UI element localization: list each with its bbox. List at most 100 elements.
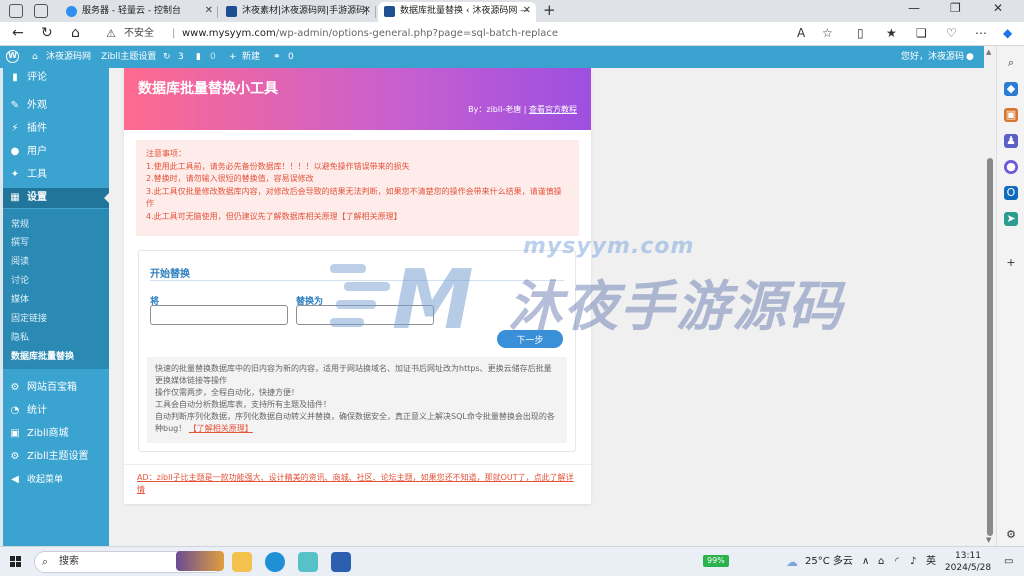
add-icon[interactable]: +	[1004, 256, 1018, 270]
menu-statistics[interactable]: ◔ 统计	[3, 401, 109, 421]
games-icon[interactable]: ♟	[1004, 134, 1018, 148]
updates-icon[interactable]: ↻	[163, 46, 171, 68]
back-icon[interactable]: ←	[12, 25, 24, 41]
menu-label: 插件	[27, 123, 47, 134]
settings-icon[interactable]: ⚙	[1004, 528, 1018, 542]
links-count[interactable]: 0	[288, 46, 294, 68]
scrollbar-thumb[interactable]	[987, 158, 993, 536]
watermark-text: 沐夜手游源码	[508, 275, 844, 338]
plus-icon[interactable]: +	[229, 46, 237, 68]
menu-plugins[interactable]: ⚡ 插件	[3, 119, 109, 139]
favorite-star-icon[interactable]: ☆	[822, 26, 833, 40]
refresh-icon[interactable]: ↻	[41, 25, 53, 41]
minimize-icon[interactable]: —	[908, 1, 920, 15]
maximize-icon[interactable]: ❐	[950, 1, 961, 15]
scroll-down-icon[interactable]: ▼	[986, 536, 991, 544]
volume-icon[interactable]: ♪	[910, 547, 916, 576]
ftp-client-icon[interactable]	[331, 552, 351, 572]
split-screen-icon[interactable]: ▯	[857, 26, 864, 40]
comment-icon[interactable]: ▮	[196, 46, 201, 68]
read-aloud-icon[interactable]: A	[797, 26, 805, 40]
profile-icon[interactable]	[9, 4, 23, 18]
submenu-general[interactable]: 常规	[11, 218, 29, 232]
clock[interactable]: 13:11 2024/5/28	[940, 550, 996, 574]
comments-count[interactable]: 0	[210, 46, 216, 68]
network-icon[interactable]: ⌂	[878, 547, 884, 576]
help-principle-link[interactable]: 【了解相关原理】	[189, 424, 253, 433]
menu-users[interactable]: ● 用户	[3, 142, 109, 162]
input-method[interactable]: 英	[926, 547, 936, 576]
warning-icon[interactable]: ⚠	[106, 23, 116, 45]
wifi-icon[interactable]: ◜	[895, 547, 899, 576]
home-icon[interactable]: ⌂	[32, 46, 38, 68]
tutorial-link[interactable]: 查看官方教程	[529, 105, 577, 114]
ad-link[interactable]: AD：zibll子比主题是一款功能强大、设计精美的资讯、商城、社区、论坛主题，如…	[137, 472, 579, 496]
user-avatar-icon[interactable]: ●	[966, 46, 974, 68]
windows-start-icon[interactable]	[10, 556, 22, 568]
security-status[interactable]: 不安全	[124, 23, 154, 45]
briefcase-icon[interactable]: ▣	[1004, 108, 1018, 122]
close-tab-icon[interactable]: ✕	[523, 2, 531, 20]
search-icon[interactable]: ⌕	[1004, 56, 1018, 70]
menu-tools[interactable]: ✦ 工具	[3, 165, 109, 185]
tab-sql-replace[interactable]: 数据库批量替换 ‹ 沐夜源码网 — ✕	[378, 2, 536, 22]
new-content-link[interactable]: 新建	[242, 46, 260, 68]
site-name-link[interactable]: 沐夜源码网	[46, 46, 91, 68]
user-greeting[interactable]: 您好，沐夜源码	[901, 46, 964, 68]
url-text[interactable]: www.mysyym.com/wp-admin/options-general.…	[182, 23, 558, 45]
submenu-reading[interactable]: 阅读	[11, 255, 29, 269]
url-field[interactable]: ⚠ 不安全 | www.mysyym.com/wp-admin/options-…	[98, 23, 848, 45]
submenu-media[interactable]: 媒体	[11, 293, 29, 307]
submenu-discussion[interactable]: 讨论	[11, 274, 29, 288]
notice-principle-link[interactable]: 【了解相关原理】	[338, 212, 402, 221]
chevron-up-icon[interactable]: ∧	[862, 547, 869, 576]
edge-browser-icon[interactable]	[265, 552, 285, 572]
weather-icon[interactable]: ☁	[786, 547, 798, 576]
close-tab-icon[interactable]: ✕	[363, 2, 371, 20]
tab-actions-icon[interactable]	[34, 4, 48, 18]
tool-title: 数据库批量替换小工具	[138, 81, 278, 97]
menu-label: 工具	[27, 169, 47, 180]
menu-zibll-shop[interactable]: ▣ Zibll商城	[3, 424, 109, 444]
heart-icon[interactable]: ♡	[946, 26, 957, 40]
more-options-icon[interactable]: ⋯	[975, 26, 987, 40]
home-icon[interactable]: ⌂	[71, 25, 80, 41]
tab-muye-material[interactable]: 沐夜素材|沐夜源码网|手游源码| ✕	[220, 2, 376, 22]
tab-server-console[interactable]: 服务器 - 轻量云 - 控制台 ✕	[60, 2, 218, 22]
weather-text[interactable]: 25°C 多云	[805, 547, 853, 576]
battery-indicator[interactable]: 99%	[703, 555, 729, 567]
submenu-privacy[interactable]: 隐私	[11, 331, 29, 345]
outlook-icon[interactable]: O	[1004, 186, 1018, 200]
notification-icon[interactable]: ▭	[1004, 547, 1013, 576]
scroll-up-icon[interactable]: ▲	[986, 48, 991, 56]
submenu-permalinks[interactable]: 固定链接	[11, 312, 47, 326]
copilot-app-icon[interactable]: ●	[1004, 160, 1018, 174]
menu-zibll-theme-settings[interactable]: ⚙ Zibll主题设置	[3, 447, 109, 467]
new-tab-button[interactable]: +	[543, 1, 556, 19]
wordpress-logo-icon[interactable]: W	[6, 50, 19, 63]
theme-settings-link[interactable]: Zibll主题设置	[101, 46, 156, 68]
close-window-icon[interactable]: ✕	[993, 1, 1003, 15]
file-explorer-icon[interactable]	[232, 552, 252, 572]
share-icon[interactable]: ➤	[1004, 212, 1018, 226]
collections-icon[interactable]: ❏	[916, 26, 927, 40]
menu-site-toolbox[interactable]: ⚙ 网站百宝箱	[3, 378, 109, 398]
close-tab-icon[interactable]: ✕	[205, 2, 213, 20]
copilot-icon[interactable]: ◆	[1003, 26, 1012, 40]
menu-appearance[interactable]: ✎ 外观	[3, 96, 109, 116]
link-icon[interactable]: ⚭	[273, 46, 281, 68]
step-title: 开始替换	[150, 269, 190, 280]
menu-collapse[interactable]: ◀ 收起菜单	[3, 470, 109, 490]
tag-icon[interactable]: ◆	[1004, 82, 1018, 96]
menu-settings[interactable]: ▦ 设置	[3, 188, 109, 208]
menu-comments[interactable]: ▮ 评论	[3, 68, 109, 88]
submenu-sql-batch-replace[interactable]: 数据库批量替换	[11, 350, 74, 364]
old-value-input[interactable]	[150, 305, 288, 325]
submenu-writing[interactable]: 撰写	[11, 236, 29, 250]
updates-count[interactable]: 3	[178, 46, 184, 68]
search-highlight-icon[interactable]	[176, 551, 224, 571]
notepad-icon[interactable]	[298, 552, 318, 572]
watermark-logo: M	[330, 256, 474, 336]
page-scrollbar[interactable]: ▲ ▼	[984, 46, 996, 546]
favorites-icon[interactable]: ★	[886, 26, 897, 40]
